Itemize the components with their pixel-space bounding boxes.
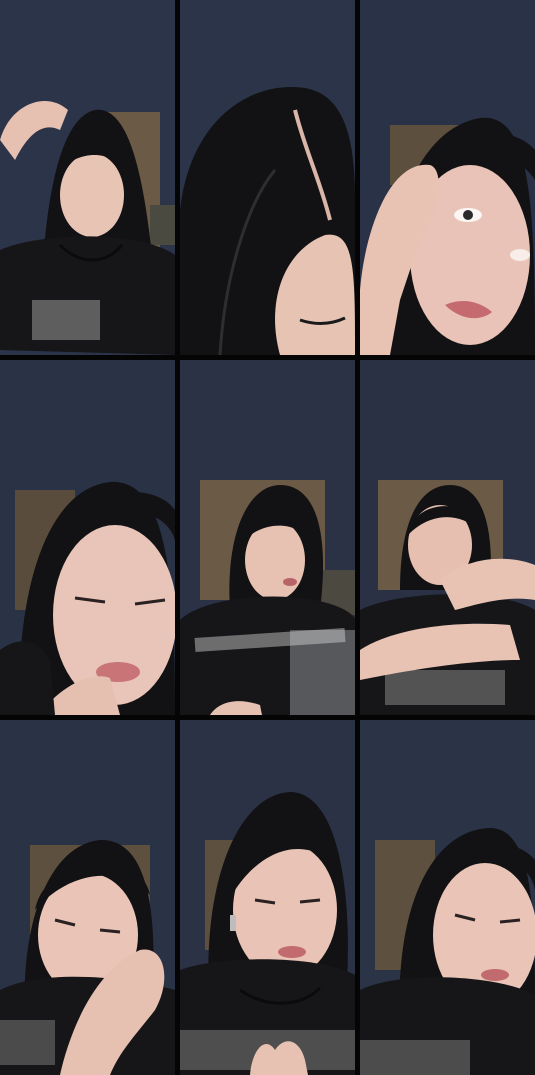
video-frame-4 bbox=[0, 360, 175, 715]
video-frame-5 bbox=[180, 360, 355, 715]
video-frame-6 bbox=[360, 360, 535, 715]
video-frame-3 bbox=[360, 0, 535, 355]
video-frame-7 bbox=[0, 720, 175, 1075]
video-collage-grid bbox=[0, 0, 535, 1075]
video-frame-9 bbox=[360, 720, 535, 1075]
video-frame-2 bbox=[180, 0, 355, 355]
video-frame-1 bbox=[0, 0, 175, 355]
video-frame-8 bbox=[180, 720, 355, 1075]
